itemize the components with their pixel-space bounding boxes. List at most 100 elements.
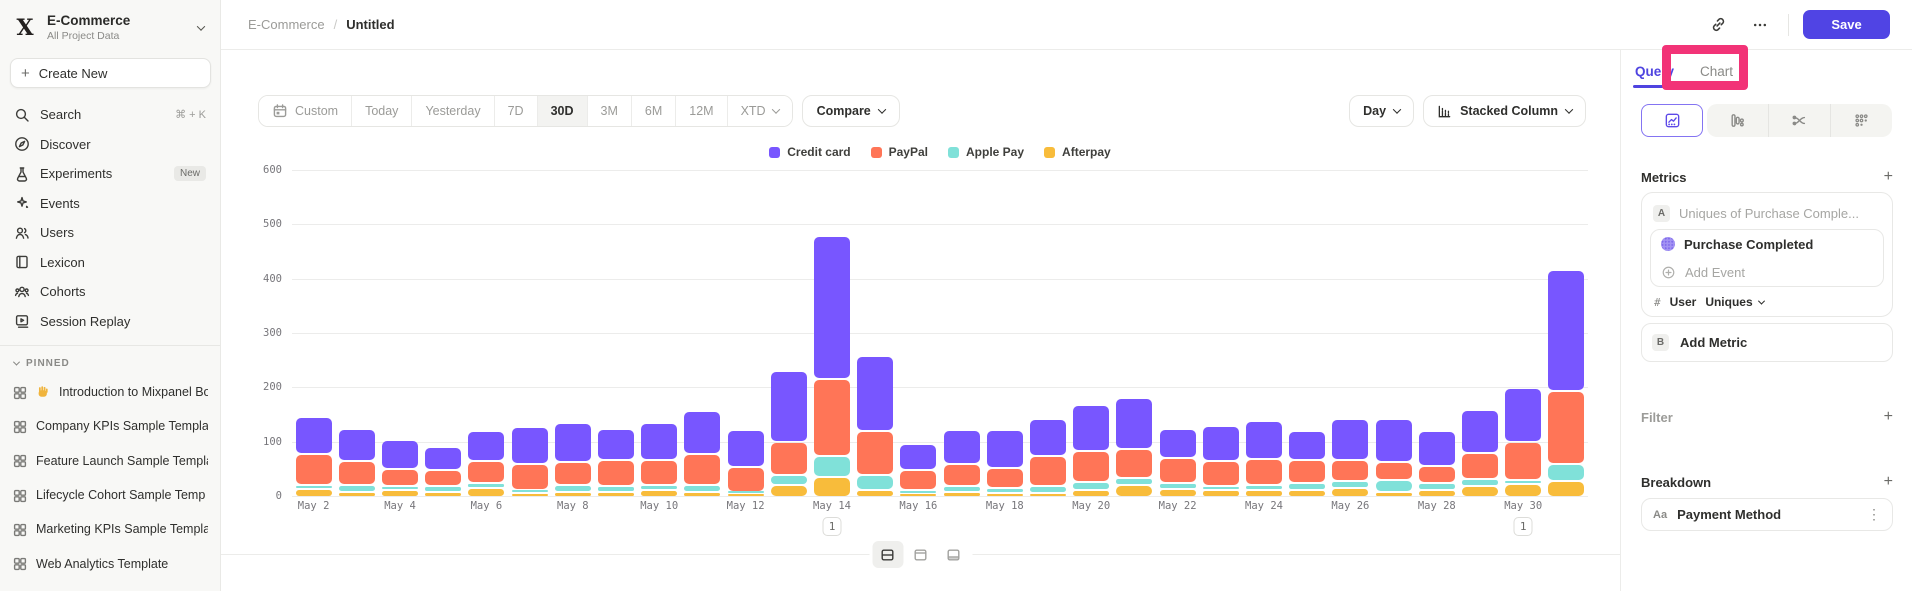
bar-segment-afterpay[interactable] xyxy=(814,478,850,496)
bar-segment-apple-pay[interactable] xyxy=(1505,481,1541,483)
bar-segment-afterpay[interactable] xyxy=(296,490,332,496)
bar-segment-paypal[interactable] xyxy=(339,462,375,483)
bar-segment-paypal[interactable] xyxy=(1289,461,1325,482)
save-button[interactable]: Save xyxy=(1803,10,1890,39)
bar-segment-credit-card[interactable] xyxy=(728,431,764,466)
copy-link-icon[interactable] xyxy=(1704,11,1732,39)
add-breakdown-plus-icon[interactable]: + xyxy=(1884,474,1893,490)
bar-segment-credit-card[interactable] xyxy=(1160,430,1196,457)
bar-segment-paypal[interactable] xyxy=(814,380,850,456)
bar-segment-paypal[interactable] xyxy=(1462,454,1498,478)
bar-segment-afterpay[interactable] xyxy=(1073,491,1109,496)
bar-segment-apple-pay[interactable] xyxy=(987,489,1023,492)
bar-segment-apple-pay[interactable] xyxy=(1030,487,1066,493)
bar-segment-apple-pay[interactable] xyxy=(1160,484,1196,487)
bar-segment-paypal[interactable] xyxy=(1548,392,1584,463)
bar-segment-apple-pay[interactable] xyxy=(728,491,764,493)
add-metric-card[interactable]: B Add Metric xyxy=(1641,323,1893,362)
bar-segment-afterpay[interactable] xyxy=(1505,485,1541,496)
compare-button[interactable]: Compare xyxy=(802,95,900,127)
bar-segment-afterpay[interactable] xyxy=(1289,491,1325,496)
bar-segment-paypal[interactable] xyxy=(555,463,591,483)
view-tab-retention[interactable] xyxy=(1830,104,1892,137)
sidebar-item-discover[interactable]: Discover xyxy=(0,130,220,160)
bar-segment-apple-pay[interactable] xyxy=(1203,487,1239,489)
bar-segment-paypal[interactable] xyxy=(1419,467,1455,482)
bar-segment-credit-card[interactable] xyxy=(641,424,677,459)
bar-segment-afterpay[interactable] xyxy=(468,489,504,496)
agg-entity[interactable]: User xyxy=(1670,295,1697,309)
bar-segment-apple-pay[interactable] xyxy=(1419,484,1455,489)
bar-segment-afterpay[interactable] xyxy=(1419,491,1455,496)
breadcrumb-report-title[interactable]: Untitled xyxy=(346,17,394,32)
bar-segment-paypal[interactable] xyxy=(1246,460,1282,484)
bar-segment-credit-card[interactable] xyxy=(1203,427,1239,460)
legend-item-afterpay[interactable]: Afterpay xyxy=(1044,145,1111,159)
bar-segment-afterpay[interactable] xyxy=(1160,490,1196,496)
bar-segment-afterpay[interactable] xyxy=(684,493,720,496)
sidebar-item-cohorts[interactable]: Cohorts xyxy=(0,277,220,307)
bar-segment-afterpay[interactable] xyxy=(1030,494,1066,496)
bar-segment-paypal[interactable] xyxy=(1505,443,1541,479)
bar-segment-credit-card[interactable] xyxy=(1289,432,1325,459)
tab-chart[interactable]: Chart xyxy=(1700,64,1733,88)
range-30d[interactable]: 30D xyxy=(537,96,587,126)
range-xtd[interactable]: XTD xyxy=(727,96,792,126)
bar-segment-credit-card[interactable] xyxy=(1462,411,1498,452)
bar-segment-afterpay[interactable] xyxy=(944,493,980,496)
bar-segment-afterpay[interactable] xyxy=(728,494,764,496)
bar-segment-apple-pay[interactable] xyxy=(1462,480,1498,485)
bar-segment-afterpay[interactable] xyxy=(1376,493,1412,496)
layout-toggle-table-only[interactable] xyxy=(938,541,969,568)
bar-segment-afterpay[interactable] xyxy=(425,493,461,496)
pinned-section-header[interactable]: PINNED xyxy=(0,354,220,375)
sidebar-item-search[interactable]: Search⌘ + K xyxy=(0,100,220,130)
metric-formula-row[interactable]: A Uniques of Purchase Comple... xyxy=(1650,200,1884,226)
bar-segment-paypal[interactable] xyxy=(1332,461,1368,481)
bar-segment-paypal[interactable] xyxy=(296,455,332,484)
bar-segment-apple-pay[interactable] xyxy=(814,457,850,476)
view-tab-insights[interactable] xyxy=(1641,104,1703,137)
bar-segment-afterpay[interactable] xyxy=(1246,491,1282,496)
bar-segment-credit-card[interactable] xyxy=(1419,432,1455,465)
bar-segment-afterpay[interactable] xyxy=(1548,482,1584,496)
bar-segment-afterpay[interactable] xyxy=(1203,491,1239,496)
event-row[interactable]: Purchase Completed xyxy=(1651,230,1883,258)
range-7d[interactable]: 7D xyxy=(494,96,537,126)
view-tab-funnel[interactable] xyxy=(1707,104,1768,137)
range-6m[interactable]: 6M xyxy=(631,96,675,126)
bar-segment-credit-card[interactable] xyxy=(1073,406,1109,451)
sidebar-item-events[interactable]: Events xyxy=(0,189,220,219)
sidebar-item-experiments[interactable]: ExperimentsNew xyxy=(0,159,220,189)
bar-segment-paypal[interactable] xyxy=(1376,463,1412,479)
bar-segment-apple-pay[interactable] xyxy=(598,487,634,490)
bar-segment-apple-pay[interactable] xyxy=(771,476,807,484)
create-new-button[interactable]: + Create New xyxy=(10,58,211,88)
tab-query[interactable]: Query xyxy=(1635,64,1674,88)
annotation-badge[interactable]: 1 xyxy=(823,517,842,536)
bar-segment-apple-pay[interactable] xyxy=(1073,483,1109,489)
bar-segment-paypal[interactable] xyxy=(1116,450,1152,477)
bar-segment-credit-card[interactable] xyxy=(382,441,418,468)
bar-segment-afterpay[interactable] xyxy=(598,493,634,496)
add-event-row[interactable]: Add Event xyxy=(1651,258,1883,286)
granularity-dropdown[interactable]: Day xyxy=(1349,95,1414,127)
bar-segment-afterpay[interactable] xyxy=(1332,489,1368,496)
breakdown-item[interactable]: Aa Payment Method ⋮ xyxy=(1641,498,1893,531)
legend-item-apple-pay[interactable]: Apple Pay xyxy=(948,145,1024,159)
bar-segment-afterpay[interactable] xyxy=(512,494,548,496)
bar-segment-paypal[interactable] xyxy=(1073,452,1109,481)
bar-segment-credit-card[interactable] xyxy=(339,430,375,461)
bar-segment-afterpay[interactable] xyxy=(900,494,936,496)
breakdown-options-icon[interactable]: ⋮ xyxy=(1867,506,1881,523)
bar-segment-paypal[interactable] xyxy=(684,455,720,483)
sidebar-item-users[interactable]: Users xyxy=(0,218,220,248)
layout-toggle-split[interactable] xyxy=(872,541,903,568)
bar-segment-credit-card[interactable] xyxy=(555,424,591,462)
bar-segment-afterpay[interactable] xyxy=(555,493,591,496)
bar-segment-credit-card[interactable] xyxy=(944,431,980,463)
pinned-board-marketing-kpis-sample-templat[interactable]: Marketing KPIs Sample Templat xyxy=(0,512,220,546)
bar-segment-afterpay[interactable] xyxy=(771,486,807,496)
bar-segment-credit-card[interactable] xyxy=(296,418,332,453)
bar-segment-apple-pay[interactable] xyxy=(1548,465,1584,480)
